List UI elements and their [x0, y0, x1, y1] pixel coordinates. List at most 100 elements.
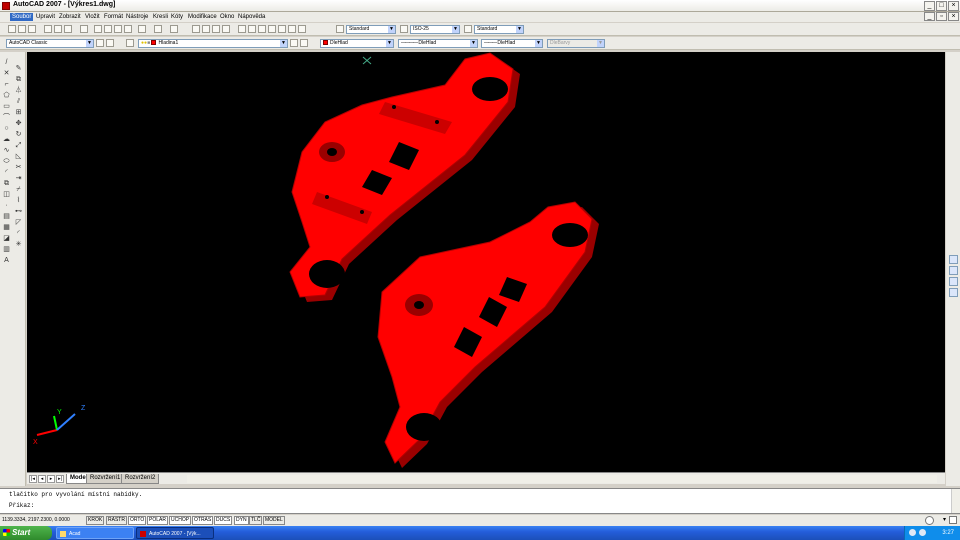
maximize-button[interactable]: □	[936, 1, 947, 11]
lineweight-select[interactable]: ——— DleHlad ▼	[481, 39, 543, 48]
command-line[interactable]: tlačítko pro vyvolání místní nabídky. Př…	[0, 488, 960, 514]
ellipse-icon[interactable]: ⬭	[2, 157, 11, 166]
doc-minimize-button[interactable]: _	[924, 12, 935, 21]
command-prompt[interactable]: Příkaz:	[9, 502, 34, 509]
sheet-set-icon[interactable]	[268, 25, 276, 33]
start-button[interactable]: Start	[0, 526, 52, 540]
design-center-icon[interactable]	[248, 25, 256, 33]
print-preview-icon[interactable]	[54, 25, 62, 33]
make-block-icon[interactable]: ◫	[2, 190, 11, 199]
array-icon[interactable]: ⊞	[14, 108, 23, 117]
menu-dimension[interactable]: Kóty	[169, 13, 185, 21]
offset-icon[interactable]: ⫽	[14, 97, 23, 106]
menu-file[interactable]: Soubor	[10, 13, 34, 21]
menu-window[interactable]: Okno	[218, 13, 236, 21]
explode-icon[interactable]: ✳	[14, 240, 23, 249]
save-icon[interactable]	[28, 25, 36, 33]
new-icon[interactable]	[8, 25, 16, 33]
join-icon[interactable]: ⊷	[14, 207, 23, 216]
chamfer-icon[interactable]: ◸	[14, 218, 23, 227]
stretch-icon[interactable]: ◺	[14, 152, 23, 161]
otrack-toggle[interactable]: OTRAS	[192, 516, 214, 525]
undo-icon[interactable]	[154, 25, 162, 33]
linetype-select[interactable]: ———— DleHlad ▼	[398, 39, 478, 48]
print-icon[interactable]	[44, 25, 52, 33]
render-icon[interactable]	[949, 288, 958, 297]
rotate-icon[interactable]: ↻	[14, 130, 23, 139]
properties-icon[interactable]	[238, 25, 246, 33]
markup-icon[interactable]	[278, 25, 286, 33]
layer-select[interactable]: ●●■ Hladina1 ▼	[138, 39, 288, 48]
publish-icon[interactable]	[64, 25, 72, 33]
spline-icon[interactable]: ∿	[2, 146, 11, 155]
minimize-button[interactable]: _	[924, 1, 935, 11]
first-tab-button[interactable]: |◂	[29, 475, 37, 483]
rectangle-icon[interactable]: ▭	[2, 102, 11, 111]
redo-icon[interactable]	[170, 25, 178, 33]
comm-center-icon[interactable]	[925, 516, 934, 525]
ortho-toggle[interactable]: ORTO	[128, 516, 147, 525]
help-icon[interactable]	[298, 25, 306, 33]
pan-icon[interactable]	[192, 25, 200, 33]
command-scrollbar[interactable]	[951, 489, 960, 513]
scale-icon[interactable]: ⤢	[14, 141, 23, 150]
fillet-icon[interactable]: ◜	[14, 229, 23, 238]
region-icon[interactable]: ◪	[2, 234, 11, 243]
zoom-window-icon[interactable]	[212, 25, 220, 33]
drawing-area[interactable]: Y Z X	[27, 52, 945, 472]
osnap-toggle[interactable]: UCHOP	[169, 516, 192, 525]
menu-edit[interactable]: Upravit	[34, 13, 57, 21]
layer-manager-icon[interactable]	[126, 39, 134, 47]
break-icon[interactable]: ⌇	[14, 196, 23, 205]
polyline-icon[interactable]: ⌐	[2, 80, 11, 89]
clock[interactable]: 3:27	[942, 530, 954, 536]
table-icon[interactable]: ▥	[2, 245, 11, 254]
menu-view[interactable]: Zobrazit	[57, 13, 83, 21]
color-select[interactable]: DleHlad ▼	[320, 39, 394, 48]
grid-toggle[interactable]: RASTR	[106, 516, 127, 525]
make-current-layer-icon[interactable]	[290, 39, 298, 47]
dashboard-icon[interactable]	[949, 266, 958, 275]
save-workspace-icon[interactable]	[106, 39, 114, 47]
open-icon[interactable]	[18, 25, 26, 33]
move-icon[interactable]: ✥	[14, 119, 23, 128]
horizontal-scrollbar[interactable]	[187, 475, 937, 483]
insert-block-icon[interactable]: ⧉	[2, 179, 11, 188]
circle-icon[interactable]: ○	[2, 124, 11, 133]
extend-icon[interactable]: ⇥	[14, 174, 23, 183]
polygon-icon[interactable]: ⬠	[2, 91, 11, 100]
coordinate-display[interactable]: 1139.3334, 2197.2300, 0.0000	[2, 516, 70, 525]
arc-icon[interactable]: ⌒	[2, 113, 11, 122]
menu-tools[interactable]: Nástroje	[124, 13, 150, 21]
task-acad-folder[interactable]: Acad	[56, 527, 134, 539]
table-style-select[interactable]: Standard ▼	[474, 25, 524, 34]
quickcalc-icon[interactable]	[288, 25, 296, 33]
ducs-toggle[interactable]: DUCS	[214, 516, 233, 525]
dyn-toggle[interactable]: DYN	[234, 516, 249, 525]
status-menu-icon[interactable]: ▾	[943, 516, 946, 523]
doc-close-button[interactable]: ×	[948, 12, 959, 21]
tab-layout1[interactable]: Rozvržení1	[86, 474, 125, 484]
zoom-realtime-icon[interactable]	[202, 25, 210, 33]
block-editor-icon[interactable]	[138, 25, 146, 33]
volume-icon[interactable]	[919, 529, 926, 536]
line-icon[interactable]: /	[2, 58, 11, 67]
last-tab-button[interactable]: ▸|	[56, 475, 64, 483]
tab-layout2[interactable]: Rozvržení2	[121, 474, 160, 484]
workspace-select[interactable]: AutoCAD Classic ▼	[6, 39, 94, 48]
construction-line-icon[interactable]: ✕	[2, 69, 11, 78]
copy-icon[interactable]	[104, 25, 112, 33]
layer-previous-icon[interactable]	[300, 39, 308, 47]
menu-insert[interactable]: Vložit	[83, 13, 102, 21]
multiline-text-icon[interactable]: A	[2, 256, 11, 265]
ellipse-arc-icon[interactable]: ◜	[2, 168, 11, 177]
paste-icon[interactable]	[114, 25, 122, 33]
zoom-previous-icon[interactable]	[222, 25, 230, 33]
close-button[interactable]: ×	[948, 1, 959, 11]
model-toggle[interactable]: MODEL	[263, 516, 285, 525]
doc-restore-button[interactable]: ▫	[936, 12, 947, 21]
menu-format[interactable]: Formát	[102, 13, 125, 21]
prev-tab-button[interactable]: ◂	[38, 475, 46, 483]
visual-styles-icon[interactable]	[949, 277, 958, 286]
3d-dwf-icon[interactable]	[80, 25, 88, 33]
